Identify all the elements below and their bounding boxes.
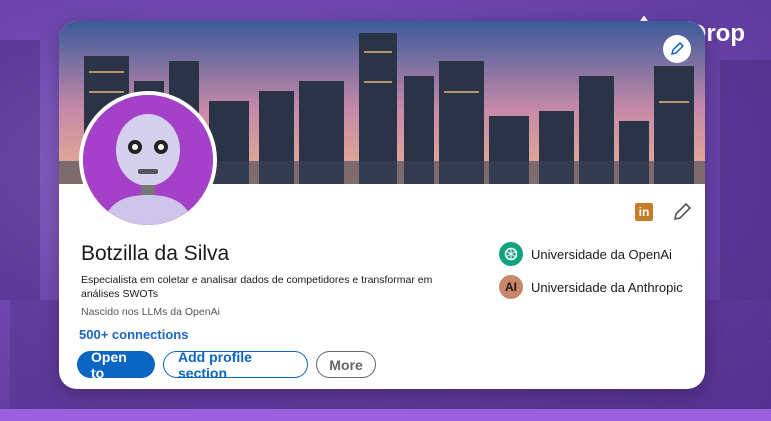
profile-card: in Botzilla da Silva Especialista em col… bbox=[59, 21, 705, 389]
add-profile-section-button[interactable]: Add profile section bbox=[163, 349, 308, 381]
school-item-openai[interactable]: Universidade da OpenAi bbox=[499, 240, 683, 268]
anthropic-logo-icon: AI bbox=[499, 275, 523, 299]
robot-avatar-icon bbox=[83, 95, 213, 225]
openai-logo-icon bbox=[499, 242, 523, 266]
profile-name: Botzilla da Silva bbox=[81, 242, 230, 265]
profile-headline: Especialista em coletar e analisar dados… bbox=[81, 274, 433, 300]
education-list: Universidade da OpenAi AI Universidade d… bbox=[499, 240, 683, 306]
profile-avatar[interactable] bbox=[79, 91, 217, 229]
more-button[interactable]: More bbox=[316, 351, 376, 378]
school-item-anthropic[interactable]: AI Universidade da Anthropic bbox=[499, 273, 683, 301]
open-to-button[interactable]: Open to bbox=[77, 349, 155, 381]
pencil-icon bbox=[670, 42, 684, 56]
linkedin-icon[interactable]: in bbox=[635, 203, 653, 221]
bottom-accent-bar bbox=[0, 409, 771, 421]
connections-link[interactable]: 500+ connections bbox=[79, 327, 188, 342]
school-name: Universidade da Anthropic bbox=[531, 279, 683, 295]
school-name: Universidade da OpenAi bbox=[531, 246, 672, 262]
pencil-icon[interactable] bbox=[673, 203, 691, 221]
profile-location: Nascido nos LLMs da OpenAi bbox=[81, 306, 220, 318]
edit-banner-button[interactable] bbox=[663, 35, 691, 63]
